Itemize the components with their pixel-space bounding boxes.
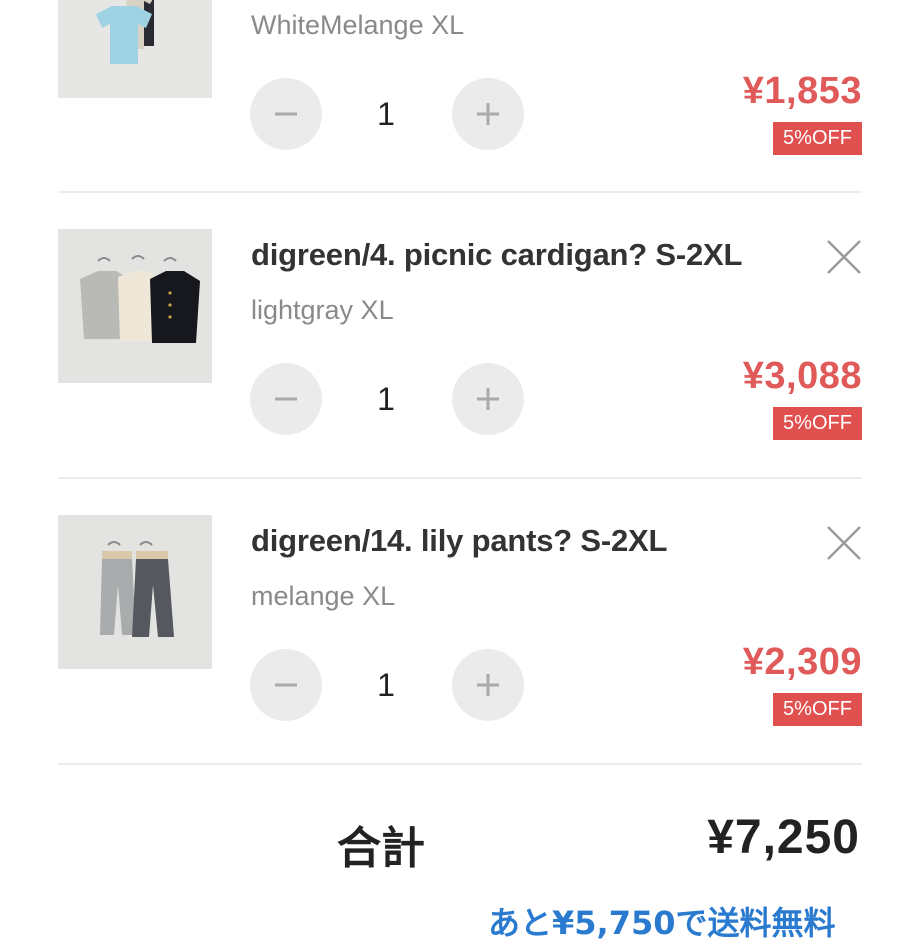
- increase-quantity-button[interactable]: [452, 78, 524, 150]
- item-price: ¥1,853: [742, 70, 862, 112]
- product-variant: melange XL: [251, 581, 396, 611]
- divider: [58, 763, 862, 765]
- remove-item-button[interactable]: [826, 525, 862, 561]
- decrease-quantity-button[interactable]: [250, 363, 322, 435]
- close-icon: [827, 526, 861, 560]
- increase-quantity-button[interactable]: [452, 363, 524, 435]
- quantity-value: 1: [377, 381, 395, 417]
- divider: [58, 477, 862, 479]
- increase-quantity-button[interactable]: [452, 649, 524, 721]
- product-variant: lightgray XL: [251, 295, 394, 325]
- divider: [58, 191, 862, 193]
- quantity-value: 1: [377, 667, 395, 703]
- plus-icon: [477, 103, 499, 125]
- product-image[interactable]: [58, 515, 212, 669]
- product-image[interactable]: [58, 0, 212, 98]
- cart-item: digreen/14. lily pants? S-2XL melange XL…: [58, 515, 862, 763]
- minus-icon: [275, 112, 297, 116]
- total-label: 合計: [337, 823, 425, 874]
- remove-item-button[interactable]: [826, 239, 862, 275]
- close-icon: [827, 240, 861, 274]
- quantity-value: 1: [377, 96, 395, 132]
- product-variant: WhiteMelange XL: [251, 10, 465, 40]
- cart-item: digreen/4. picnic cardigan? S-2XL lightg…: [58, 229, 862, 477]
- free-shipping-note: あと¥5,750で送料無料: [488, 904, 836, 942]
- plus-icon: [477, 388, 499, 410]
- total-amount: ¥7,250: [707, 811, 860, 864]
- product-title[interactable]: digreen/4. picnic cardigan? S-2XL: [251, 237, 742, 273]
- cart-item: WhiteMelange XL 1 ¥1,853 5%OFF: [58, 0, 862, 192]
- minus-icon: [275, 397, 297, 401]
- plus-icon: [477, 674, 499, 696]
- product-title[interactable]: digreen/14. lily pants? S-2XL: [251, 523, 667, 559]
- item-price: ¥2,309: [742, 641, 862, 683]
- discount-badge: 5%OFF: [773, 407, 862, 440]
- product-image[interactable]: [58, 229, 212, 383]
- item-price: ¥3,088: [742, 355, 862, 397]
- discount-badge: 5%OFF: [773, 122, 862, 155]
- decrease-quantity-button[interactable]: [250, 78, 322, 150]
- decrease-quantity-button[interactable]: [250, 649, 322, 721]
- discount-badge: 5%OFF: [773, 693, 862, 726]
- minus-icon: [275, 683, 297, 687]
